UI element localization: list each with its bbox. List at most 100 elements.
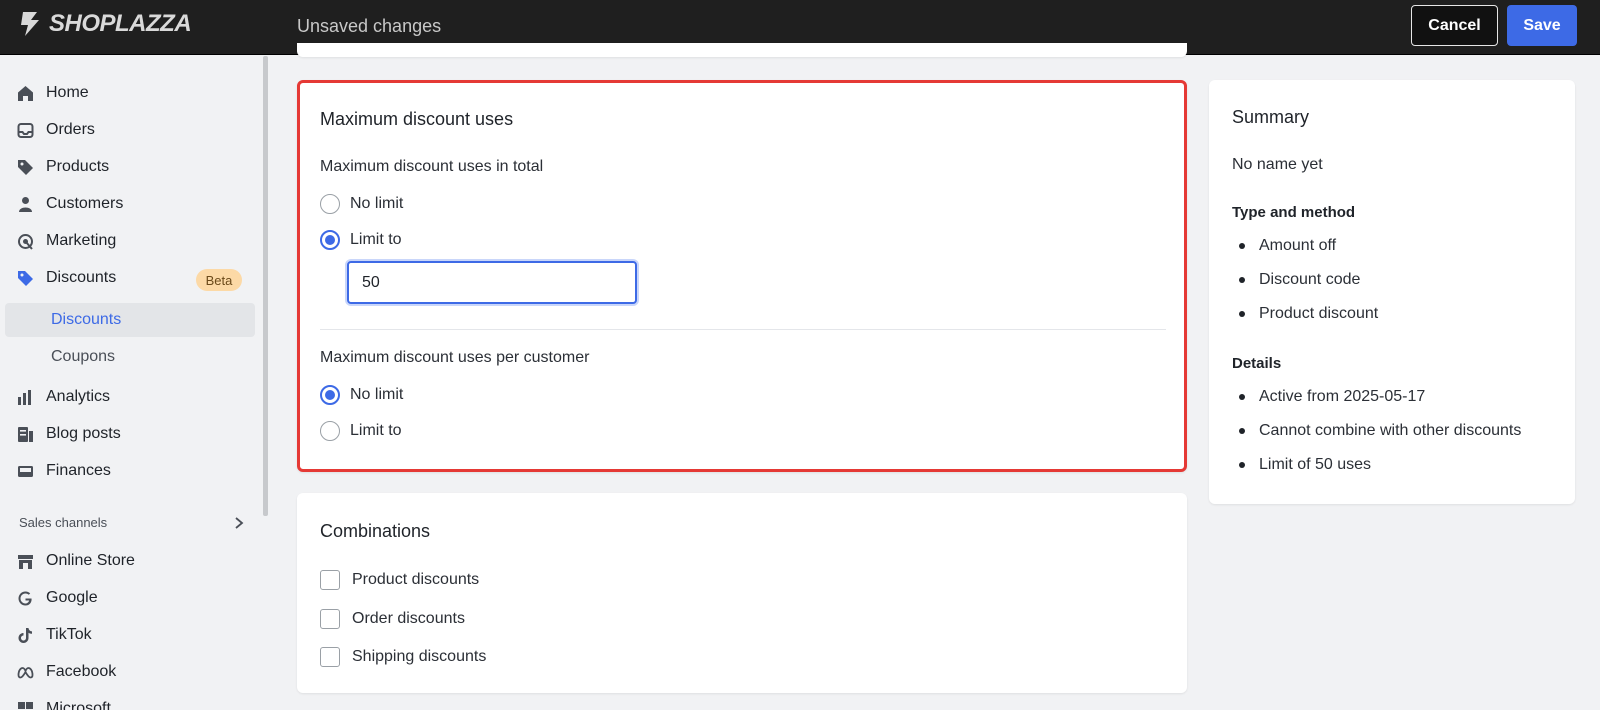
radio-label: Limit to [350,422,402,439]
sidebar-item-customers[interactable]: Customers [17,187,123,221]
sidebar-item-label: Marketing [46,232,117,249]
cancel-button[interactable]: Cancel [1411,5,1498,46]
save-button[interactable]: Save [1507,5,1577,46]
previous-card [297,43,1187,57]
sidebar-item-online-store[interactable]: Online Store [17,544,135,578]
bullet-dot [1239,277,1245,283]
sales-channels-label: Sales channels [19,515,108,530]
summary-list-item: Cannot combine with other discounts [1239,422,1521,440]
total-uses-label: Maximum discount uses in total [320,158,544,175]
sidebar-item-tiktok[interactable]: TikTok [17,618,92,652]
bullet-dot [1239,243,1245,249]
sidebar-item-label: Google [46,589,98,606]
checkbox-label: Order discounts [352,610,465,627]
sidebar-item-label: Finances [46,462,111,479]
sidebar-item-orders[interactable]: Orders [17,113,95,147]
sidebar-item-products[interactable]: Products [17,150,109,184]
microsoft-icon [17,701,34,710]
radio-label: Limit to [350,231,402,248]
sidebar-item-facebook[interactable]: Facebook [17,655,116,689]
discount-tag-icon [17,270,34,287]
product-discounts-checkbox[interactable]: Product discounts [320,570,479,590]
beta-badge: Beta [196,269,242,291]
per-customer-limit-to-radio[interactable]: Limit to [320,421,402,441]
unsaved-status: Unsaved changes [297,16,442,36]
summary-item-text: Product discount [1259,305,1379,322]
sidebar-item-label: Blog posts [46,425,121,442]
card-title: Maximum discount uses [320,109,514,129]
wallet-icon [17,463,34,480]
summary-list-item: Discount code [1239,271,1360,289]
sidebar-item-blog-posts[interactable]: Blog posts [17,417,121,451]
bar-chart-icon [17,389,34,406]
summary-item-text: Active from 2025-05-17 [1259,388,1426,405]
divider [320,329,1166,330]
sidebar-item-google[interactable]: Google [17,581,98,615]
sidebar-scrollbar[interactable] [263,56,268,516]
radio-checked[interactable] [320,385,340,405]
summary-item-text: Discount code [1259,271,1361,288]
summary-list-item: Amount off [1239,237,1336,255]
maximum-discount-uses-card: Maximum discount uses Maximum discount u… [297,80,1187,472]
chevron-right-icon[interactable] [233,516,245,530]
sidebar-item-label: Orders [46,121,95,138]
google-icon [17,590,34,607]
sidebar-item-label: Products [46,158,110,175]
logo[interactable]: SHOPLAZZA [17,10,192,38]
summary-list-item: Active from 2025-05-17 [1239,388,1425,406]
sidebar-item-label: TikTok [46,626,92,643]
sidebar-item-label: Online Store [46,552,135,569]
store-icon [17,553,34,570]
sidebar-item-label: Discounts [46,269,117,286]
logo-text: SHOPLAZZA [49,10,192,37]
radio-unchecked[interactable] [320,194,340,214]
sidebar-subitem-discounts[interactable]: Discounts [5,303,255,337]
total-limit-input[interactable]: 50 [347,261,637,304]
sidebar-item-label: Facebook [46,663,117,680]
radio-label: No limit [350,195,404,212]
sidebar-item-label: Customers [46,195,124,212]
sidebar-item-label: Home [46,84,89,101]
inbox-icon [17,122,34,139]
radio-unchecked[interactable] [320,421,340,441]
radio-checked[interactable] [320,230,340,250]
shoplazza-logo-icon [21,12,39,36]
summary-list-item: Product discount [1239,305,1378,323]
bullet-dot [1239,311,1245,317]
tiktok-icon [17,627,34,644]
sidebar-item-finances[interactable]: Finances [17,454,111,488]
summary-item-text: Cannot combine with other discounts [1259,422,1522,439]
sidebar-item-discounts[interactable]: Discounts [17,261,116,295]
sidebar-item-microsoft[interactable]: Microsoft [17,692,111,710]
shipping-discounts-checkbox[interactable]: Shipping discounts [320,647,486,667]
radio-label: No limit [350,386,404,403]
sidebar-item-analytics[interactable]: Analytics [17,380,110,414]
summary-title: Summary [1232,107,1310,127]
summary-item-text: Limit of 50 uses [1259,456,1372,473]
person-icon [17,196,34,213]
home-icon [17,85,34,102]
bullet-dot [1239,462,1245,468]
total-limit-to-radio[interactable]: Limit to [320,230,402,250]
checkbox[interactable] [320,647,340,667]
summary-list-item: Limit of 50 uses [1239,456,1371,474]
bullet-dot [1239,428,1245,434]
combinations-card: Combinations Product discounts Order dis… [297,493,1187,693]
meta-icon [17,664,34,681]
per-customer-no-limit-radio[interactable]: No limit [320,385,403,405]
tag-icon [17,159,34,176]
order-discounts-checkbox[interactable]: Order discounts [320,609,465,629]
total-no-limit-radio[interactable]: No limit [320,194,403,214]
discount-name: No name yet [1232,156,1323,173]
sidebar-item-label: Microsoft [46,700,111,710]
checkbox[interactable] [320,609,340,629]
sidebar-item-label: Analytics [46,388,111,405]
checkbox[interactable] [320,570,340,590]
details-heading: Details [1232,355,1282,372]
card-title: Combinations [320,521,431,541]
sidebar-item-marketing[interactable]: Marketing [17,224,116,258]
sidebar-subitem-coupons[interactable]: Coupons [5,340,255,374]
checkbox-label: Product discounts [352,571,480,588]
summary-card: Summary No name yet Type and method Amou… [1209,80,1575,504]
sidebar-item-home[interactable]: Home [17,76,89,110]
